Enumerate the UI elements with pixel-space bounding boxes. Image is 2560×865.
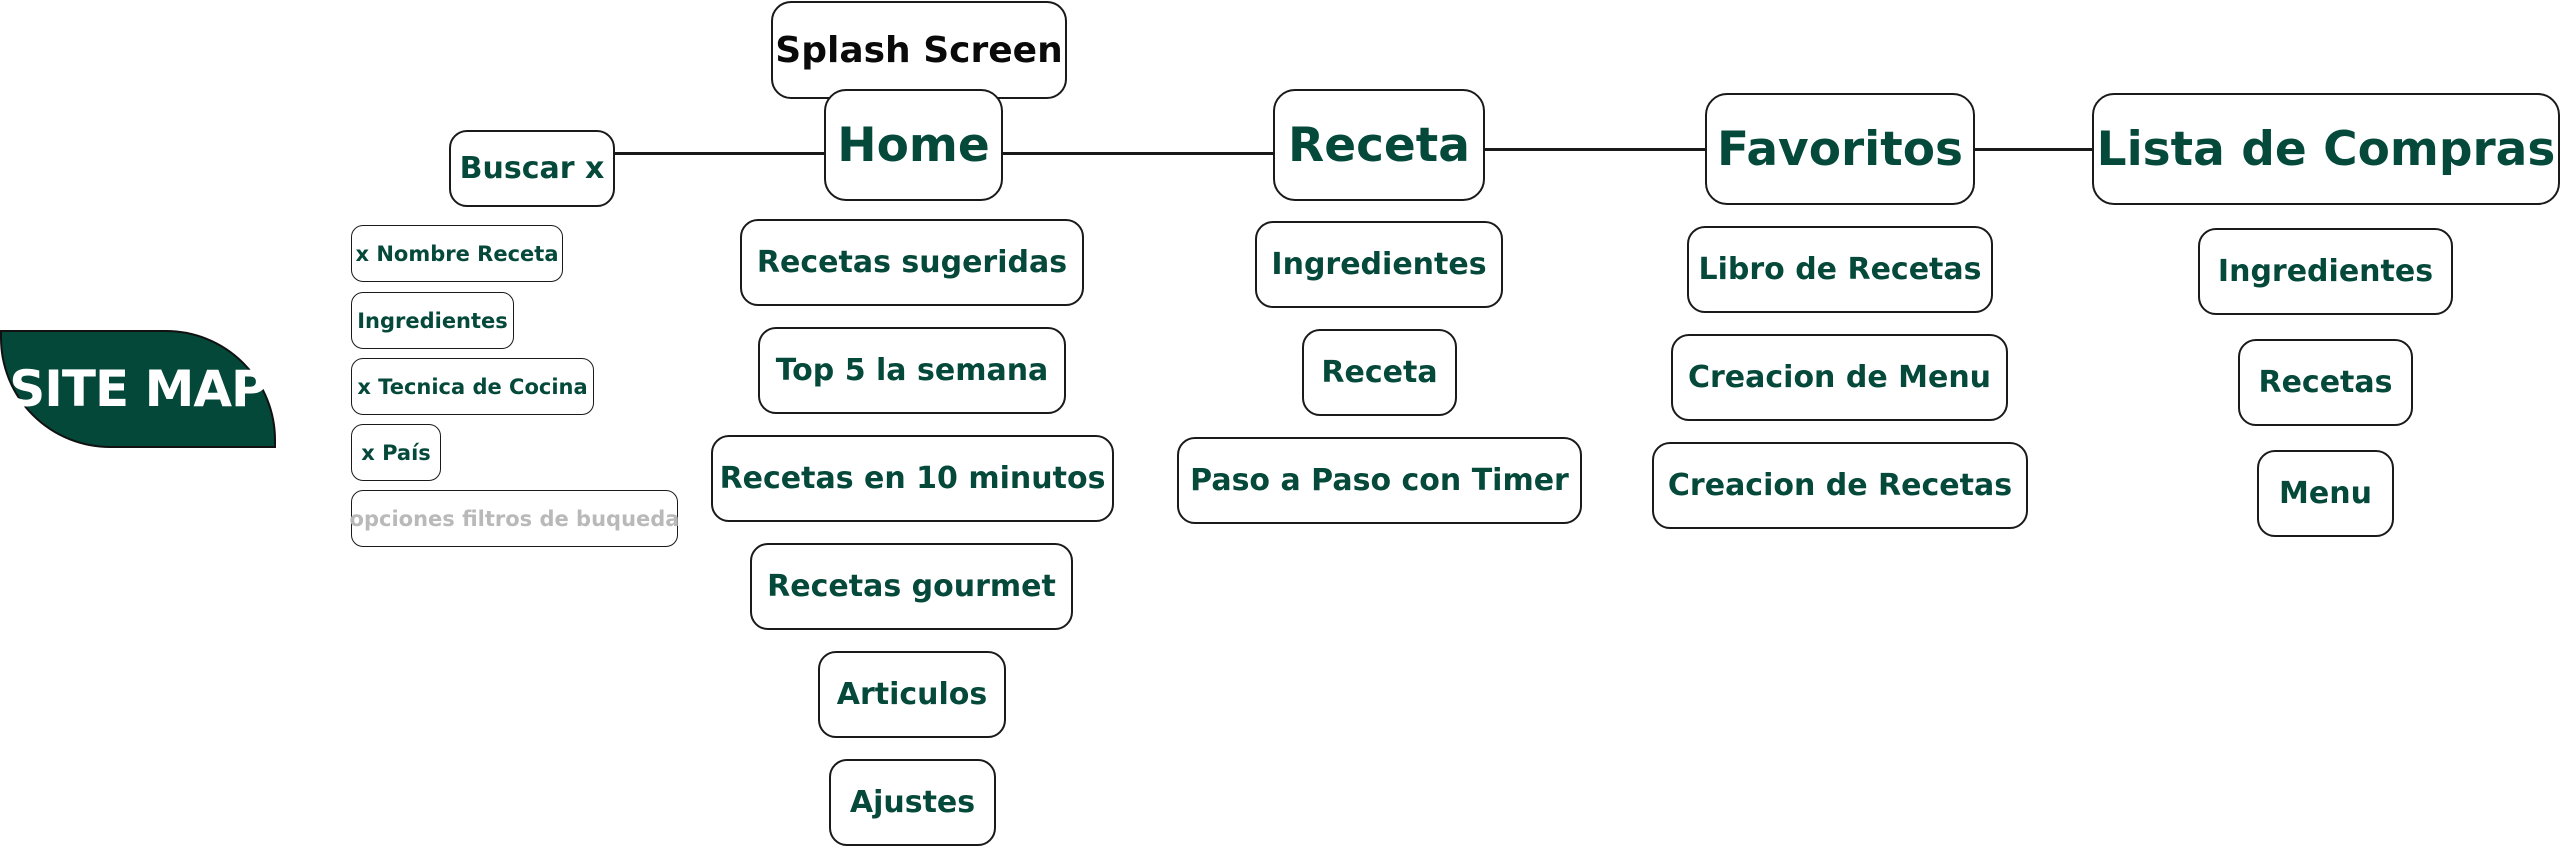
node-creacion-recetas[interactable]: Creacion de Recetas [1652,442,2028,529]
node-lista-menu[interactable]: Menu [2257,450,2394,537]
node-ajustes[interactable]: Ajustes [829,759,996,846]
node-splash-screen[interactable]: Splash Screen [771,1,1067,99]
node-recetas-gourmet[interactable]: Recetas gourmet [750,543,1073,630]
connector-home-receta [1000,152,1276,155]
filter-pais[interactable]: x País [351,424,441,481]
node-creacion-menu[interactable]: Creacion de Menu [1671,334,2008,421]
node-receta-receta[interactable]: Receta [1302,329,1457,416]
node-receta-ingredientes[interactable]: Ingredientes [1255,221,1503,308]
node-receta[interactable]: Receta [1273,89,1485,201]
node-libro-recetas[interactable]: Libro de Recetas [1687,226,1993,313]
connector-receta-favoritos [1482,148,1706,151]
node-lista-ingredientes[interactable]: Ingredientes [2198,228,2453,315]
connector-buscar-home [614,152,826,155]
filter-options-note: opciones filtros de buqueda [350,490,679,547]
node-recetas-10-minutos[interactable]: Recetas en 10 minutos [711,435,1114,522]
filter-tecnica-cocina[interactable]: x Tecnica de Cocina [351,358,594,415]
node-lista-recetas[interactable]: Recetas [2238,339,2413,426]
node-recetas-sugeridas[interactable]: Recetas sugeridas [740,219,1084,306]
filter-ingredientes[interactable]: Ingredientes [351,292,514,349]
filter-nombre-receta[interactable]: x Nombre Receta [351,225,563,282]
node-articulos[interactable]: Articulos [818,651,1006,738]
node-lista-compras[interactable]: Lista de Compras [2092,93,2560,205]
node-buscar[interactable]: Buscar x [449,130,615,207]
node-home[interactable]: Home [824,89,1003,201]
site-map-badge: SITE MAP [0,330,276,448]
node-paso-a-paso-timer[interactable]: Paso a Paso con Timer [1177,437,1582,524]
connector-favoritos-lista [1972,148,2094,151]
node-favoritos[interactable]: Favoritos [1705,93,1975,205]
node-top-5-semana[interactable]: Top 5 la semana [758,327,1066,414]
